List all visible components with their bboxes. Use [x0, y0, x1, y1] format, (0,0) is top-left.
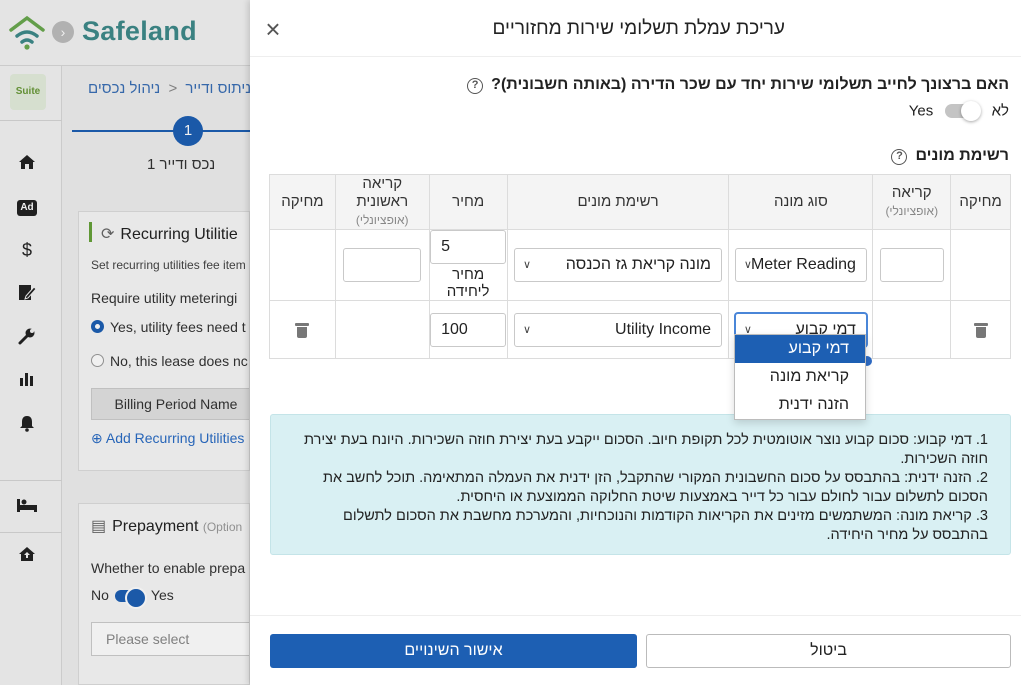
info-line-fixed: 1. דמי קבוע: סכום קבוע נוצר אוטומטית לכל… [304, 432, 988, 467]
price-input[interactable]: 100 [430, 312, 507, 347]
billing-toggle[interactable] [945, 101, 982, 122]
close-icon[interactable]: × [260, 16, 286, 42]
col-price: מחיר [428, 174, 508, 230]
price-cell: 5 מחיר ליחידה [428, 229, 508, 301]
meter-type-cell: ∨ Meter Reading [728, 229, 874, 301]
dropdown-option-fixed[interactable]: דמי קבוע [735, 335, 865, 363]
meters-section-title: רשימת מונים? [891, 147, 1009, 165]
col-delete: מחיקה [950, 174, 1011, 230]
col-meter-type: סוג מונה [728, 174, 874, 230]
drawer-title: עריכת עמלת תשלומי שירות מחזוריים [492, 18, 785, 39]
price-unit-label: מחיר ליחידה [446, 266, 490, 300]
first-reading-cell [334, 229, 430, 301]
first-reading-cell [334, 300, 430, 359]
meters-table: מחיקה קריאה (אופציונלי) סוג מונה רשימת מו… [269, 174, 1011, 359]
chevron-down-icon: ∨ [743, 259, 752, 271]
delete-cell-2 [269, 229, 336, 301]
billing-toggle-row: לא Yes [908, 101, 1009, 124]
cancel-button[interactable]: ביטול [646, 634, 1011, 668]
help-icon[interactable]: ? [467, 78, 484, 94]
table-header-row: מחיקה קריאה (אופציונלי) סוג מונה רשימת מו… [269, 174, 1011, 230]
trash-icon[interactable] [973, 322, 988, 339]
footer-divider [250, 615, 1021, 616]
edit-drawer: × עריכת עמלת תשלומי שירות מחזוריים האם ב… [250, 0, 1021, 685]
reading-cell [872, 300, 952, 359]
header-divider [250, 56, 1021, 57]
col-first-reading: קריאה ראשונית (אופציונלי) [334, 174, 430, 230]
toggle-off-label: לא [991, 102, 1009, 120]
table-row: ∨ Meter Reading ∨ מונה קריאת גז הכנסה 5 מח… [269, 229, 1011, 301]
dropdown-option-manual[interactable]: הזנה ידנית [735, 391, 865, 419]
reading-input[interactable] [879, 248, 944, 282]
first-reading-input[interactable] [343, 248, 422, 282]
trash-icon[interactable] [295, 322, 310, 339]
toggle-on-label: Yes [908, 102, 934, 120]
meter-list-select[interactable]: ∨ Utility Income [514, 312, 723, 347]
billing-question: האם ברצונך לחייב תשלומי שירות יחד עם שכר… [467, 76, 1009, 94]
overlay-dim [0, 0, 250, 685]
delete-cell [950, 229, 1011, 301]
reading-cell [872, 229, 952, 301]
info-line-manual: 2. הזנה ידנית: בהתבסס על סכום החשבונית ה… [322, 470, 988, 505]
dropdown-option-meter-reading[interactable]: קריאת מונה [735, 363, 865, 391]
delete-cell-2 [269, 300, 336, 359]
price-input[interactable]: 5 [430, 230, 507, 264]
meter-list-cell: ∨ מונה קריאת גז הכנסה [506, 229, 730, 301]
info-box: 1. דמי קבוע: סכום קבוע נוצר אוטומטית לכל… [270, 414, 1011, 555]
meter-list-select[interactable]: ∨ מונה קריאת גז הכנסה [514, 248, 723, 282]
help-icon[interactable]: ? [891, 149, 908, 165]
chevron-down-icon: ∨ [523, 323, 532, 336]
col-delete-2: מחיקה [269, 174, 336, 230]
meter-list-cell: ∨ Utility Income [506, 300, 730, 359]
price-cell: 100 [428, 300, 508, 359]
confirm-changes-button[interactable]: אישור השינויים [270, 634, 637, 668]
meter-type-dropdown: דמי קבוע קריאת מונה הזנה ידנית [734, 334, 866, 420]
info-line-meter: 3. קריאת מונה: המשתמשים מזינים את הקריאו… [342, 508, 988, 543]
meter-type-select[interactable]: ∨ Meter Reading [734, 248, 867, 282]
chevron-down-icon: ∨ [523, 259, 532, 271]
table-row: ∨ דמי קבוע ∨ Utility Income 100 [269, 300, 1011, 359]
delete-cell [950, 300, 1011, 359]
col-reading: קריאה (אופציונלי) [872, 174, 952, 230]
col-meter-list: רשימת מונים [506, 174, 730, 230]
toggle-knob [961, 101, 982, 122]
